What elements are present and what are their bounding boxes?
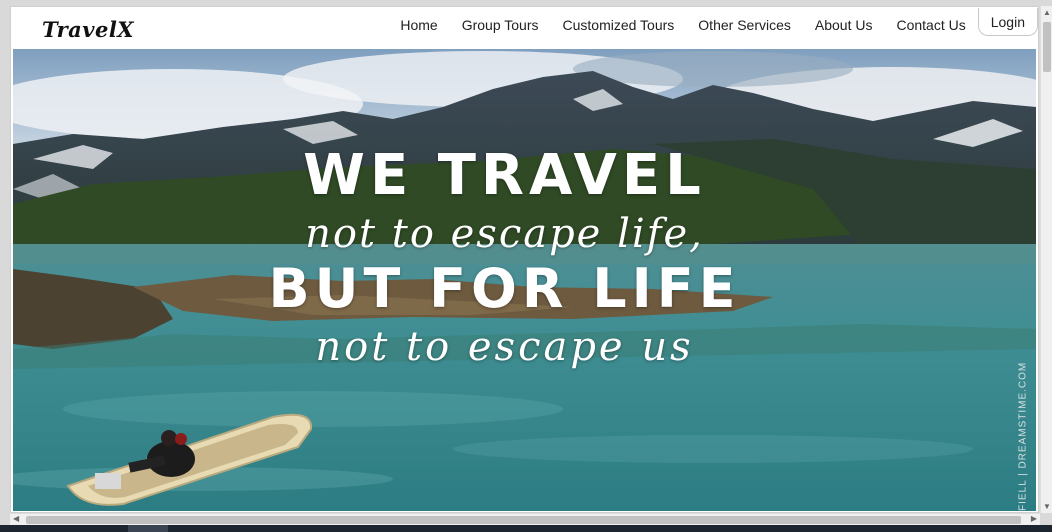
nav-contact-us-link[interactable]: Contact Us [884,17,977,33]
nav-login-button[interactable]: Login [977,8,1038,36]
taskbar-app-button[interactable] [128,525,168,532]
hero-banner: WE TRAVEL not to escape life, BUT FOR LI… [13,49,1036,511]
vertical-scroll-thumb[interactable] [1043,22,1051,72]
nav-other-services-link[interactable]: Other Services [686,17,803,33]
triangle-right-icon[interactable]: ▶ [1031,514,1037,523]
main-nav: Home Group Tours Customized Tours Other … [388,7,1038,47]
image-watermark: FIELL | DREAMSTIME.COM [1017,361,1028,511]
browser-viewport: TravelX Home Group Tours Customized Tour… [10,6,1039,513]
triangle-up-icon[interactable]: ▲ [1043,8,1051,17]
horizontal-scroll-thumb[interactable] [26,516,1021,524]
vertical-scrollbar[interactable]: ▲ ▼ [1040,6,1052,513]
top-navbar: TravelX Home Group Tours Customized Tour… [11,7,1038,47]
horizontal-scrollbar[interactable]: ◀ ▶ [10,513,1040,525]
nav-about-us-link[interactable]: About Us [803,17,885,33]
nav-home-link[interactable]: Home [388,17,449,33]
triangle-down-icon[interactable]: ▼ [1043,502,1051,511]
hero-headline-line3: BUT FOR LIFE [268,257,741,320]
site-logo[interactable]: TravelX [42,17,134,42]
hero-headline-line1: WE TRAVEL [303,143,706,208]
nav-group-tours-link[interactable]: Group Tours [450,17,551,33]
hero-headline-line4: not to escape us [315,324,694,370]
os-taskbar [0,525,1052,532]
hero-headline-line2: not to escape life, [305,211,704,257]
nav-customized-tours-link[interactable]: Customized Tours [551,17,687,33]
triangle-left-icon[interactable]: ◀ [13,514,19,523]
